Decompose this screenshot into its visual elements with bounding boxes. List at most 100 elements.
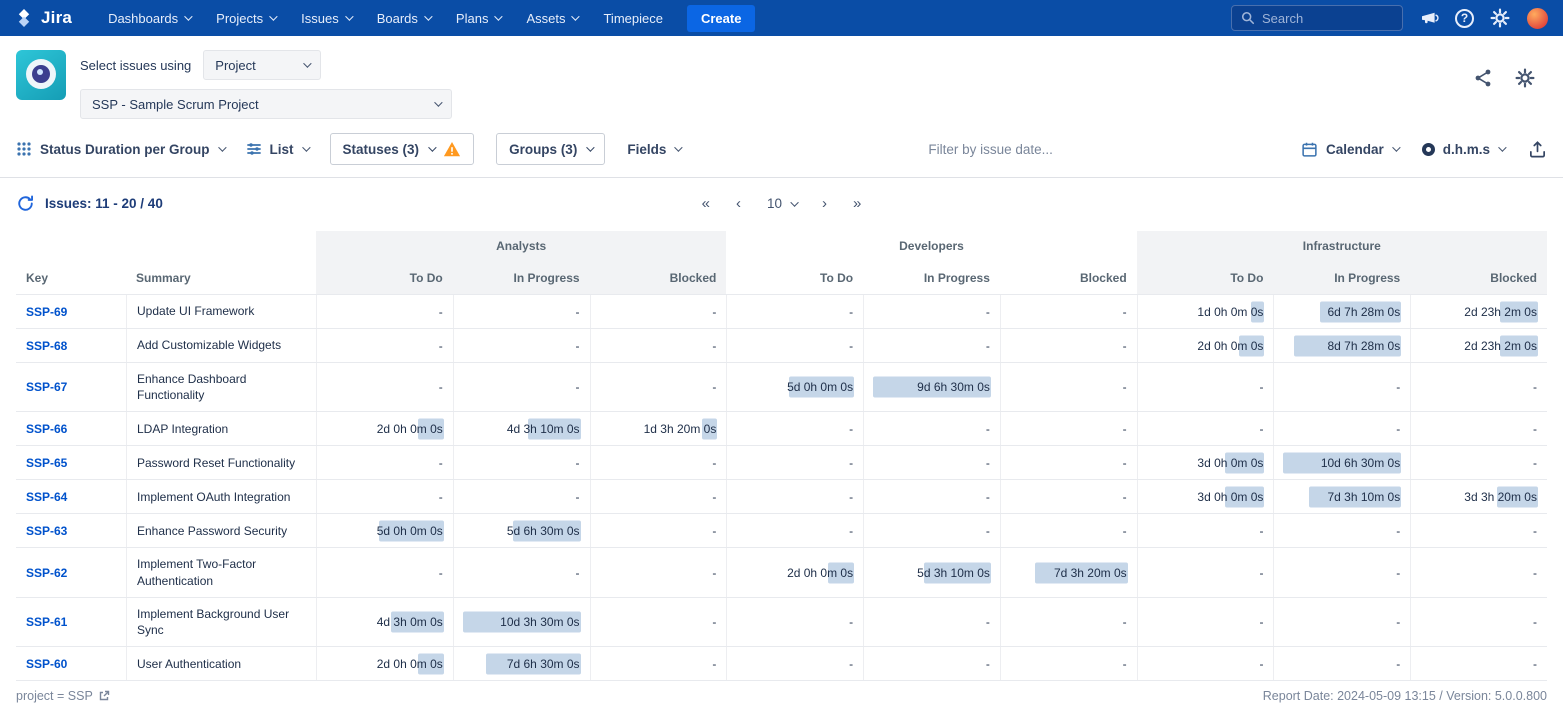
jql-link[interactable]: project = SSP	[16, 689, 110, 703]
duration-cell: -	[453, 329, 590, 362]
duration-cell: -	[316, 480, 453, 513]
page-size-dropdown[interactable]: 10	[767, 196, 796, 211]
duration-cell: -	[590, 480, 727, 513]
gear-icon	[1515, 68, 1535, 88]
announcements-button[interactable]	[1419, 8, 1439, 28]
global-search[interactable]	[1231, 5, 1403, 31]
duration-value: 3d 3h 20m 0s	[1464, 490, 1537, 504]
duration-cell: -	[1137, 647, 1274, 680]
duration-cell: 3d 3h 20m 0s	[1410, 480, 1547, 513]
nav-item-boards[interactable]: Boards	[369, 11, 438, 26]
duration-cell: 8d 7h 28m 0s	[1273, 329, 1410, 362]
first-page-button[interactable]: «	[702, 196, 710, 211]
statuses-filter-dropdown[interactable]: Statuses (3)	[330, 133, 475, 165]
duration-value: -	[849, 456, 853, 470]
duration-value: -	[1396, 615, 1400, 629]
chevron-down-icon	[184, 12, 192, 20]
duration-value: -	[986, 339, 990, 353]
nav-item-timepiece[interactable]: Timepiece	[595, 11, 670, 26]
share-button[interactable]	[1473, 68, 1493, 88]
report-type-dropdown[interactable]: Status Duration per Group	[16, 141, 224, 157]
duration-value: -	[849, 524, 853, 538]
issue-key-link[interactable]: SSP-60	[26, 657, 67, 671]
duration-cell: -	[453, 363, 590, 411]
timepiece-app-logo	[16, 50, 66, 100]
duration-cell: -	[1273, 412, 1410, 445]
key-cell: SSP-60	[16, 647, 126, 680]
duration-cell: -	[726, 480, 863, 513]
user-profile-button[interactable]	[1526, 7, 1549, 30]
settings-button[interactable]	[1490, 8, 1510, 28]
nav-item-issues[interactable]: Issues	[293, 11, 359, 26]
help-button[interactable]: ?	[1455, 9, 1474, 28]
issue-key-link[interactable]: SSP-67	[26, 380, 67, 394]
project-value: SSP - Sample Scrum Project	[92, 97, 259, 112]
groups-filter-dropdown[interactable]: Groups (3)	[496, 133, 605, 165]
nav-item-dashboards[interactable]: Dashboards	[100, 11, 198, 26]
column-header-blocked: Blocked	[1410, 261, 1547, 294]
duration-cell: 2d 23h 2m 0s	[1410, 329, 1547, 362]
issue-key-link[interactable]: SSP-61	[26, 615, 67, 629]
last-page-button[interactable]: »	[853, 196, 861, 211]
table-row: SSP-67Enhance Dashboard Functionality---…	[16, 362, 1547, 411]
duration-value: 5d 3h 10m 0s	[917, 566, 990, 580]
search-input[interactable]	[1262, 11, 1382, 26]
brand-name: Jira	[41, 8, 72, 28]
duration-value: 10d 3h 30m 0s	[500, 615, 579, 629]
key-cell: SSP-68	[16, 329, 126, 362]
duration-value: 7d 3h 10m 0s	[1328, 490, 1401, 504]
table-row: SSP-61Implement Background User Sync4d 3…	[16, 597, 1547, 646]
issue-key-link[interactable]: SSP-64	[26, 490, 67, 504]
issue-key-link[interactable]: SSP-68	[26, 339, 67, 353]
duration-cell: -	[726, 446, 863, 479]
previous-page-button[interactable]: ‹	[736, 196, 741, 211]
nav-item-plans[interactable]: Plans	[448, 11, 509, 26]
project-select[interactable]: SSP - Sample Scrum Project	[80, 89, 452, 119]
duration-value: 5d 0h 0m 0s	[377, 524, 443, 538]
duration-value: -	[576, 456, 580, 470]
nav-item-projects[interactable]: Projects	[208, 11, 283, 26]
duration-cell: -	[316, 363, 453, 411]
export-button[interactable]	[1528, 140, 1547, 159]
status-duration-table: Analysts Developers Infrastructure Key S…	[0, 225, 1563, 681]
column-header-blocked: Blocked	[590, 261, 727, 294]
report-settings-button[interactable]	[1515, 68, 1535, 88]
jira-logo[interactable]: Jira	[14, 8, 72, 28]
duration-cell: -	[590, 647, 727, 680]
duration-value: -	[1533, 456, 1537, 470]
chevron-down-icon	[269, 12, 277, 20]
issue-source-mode-select[interactable]: Project	[203, 50, 321, 80]
search-icon	[1241, 11, 1255, 25]
view-mode-dropdown[interactable]: List	[246, 141, 308, 157]
duration-cell: 7d 3h 10m 0s	[1273, 480, 1410, 513]
fields-dropdown[interactable]: Fields	[627, 142, 680, 157]
chevron-down-icon	[572, 12, 580, 20]
create-button[interactable]: Create	[687, 5, 755, 32]
issue-key-link[interactable]: SSP-69	[26, 305, 67, 319]
duration-value: 5d 6h 30m 0s	[507, 524, 580, 538]
chevron-down-icon	[302, 143, 310, 151]
duration-value: -	[1396, 422, 1400, 436]
refresh-button[interactable]	[16, 194, 35, 213]
time-format-dropdown[interactable]: d.h.m.s	[1422, 142, 1504, 157]
report-toolbar: Status Duration per Group List Statuses …	[0, 129, 1563, 178]
grid-icon	[16, 141, 32, 157]
duration-value: -	[712, 615, 716, 629]
issue-date-filter-input[interactable]	[732, 142, 1249, 157]
issues-bar: Issues: 11 - 20 / 40 « ‹ 10 › »	[0, 178, 1563, 225]
duration-cell: -	[863, 446, 1000, 479]
nav-item-assets[interactable]: Assets	[518, 11, 585, 26]
next-page-button[interactable]: ›	[822, 196, 827, 211]
duration-cell: 7d 6h 30m 0s	[453, 647, 590, 680]
summary-cell: User Authentication	[126, 647, 316, 680]
duration-cell: -	[1410, 598, 1547, 646]
duration-cell: 5d 0h 0m 0s	[726, 363, 863, 411]
calendar-dropdown[interactable]: Calendar	[1301, 141, 1398, 158]
issue-key-link[interactable]: SSP-65	[26, 456, 67, 470]
duration-value: -	[712, 339, 716, 353]
duration-value: 1d 0h 0m 0s	[1197, 305, 1263, 319]
issue-key-link[interactable]: SSP-62	[26, 566, 67, 580]
duration-value: -	[1533, 566, 1537, 580]
issue-key-link[interactable]: SSP-66	[26, 422, 67, 436]
issue-key-link[interactable]: SSP-63	[26, 524, 67, 538]
